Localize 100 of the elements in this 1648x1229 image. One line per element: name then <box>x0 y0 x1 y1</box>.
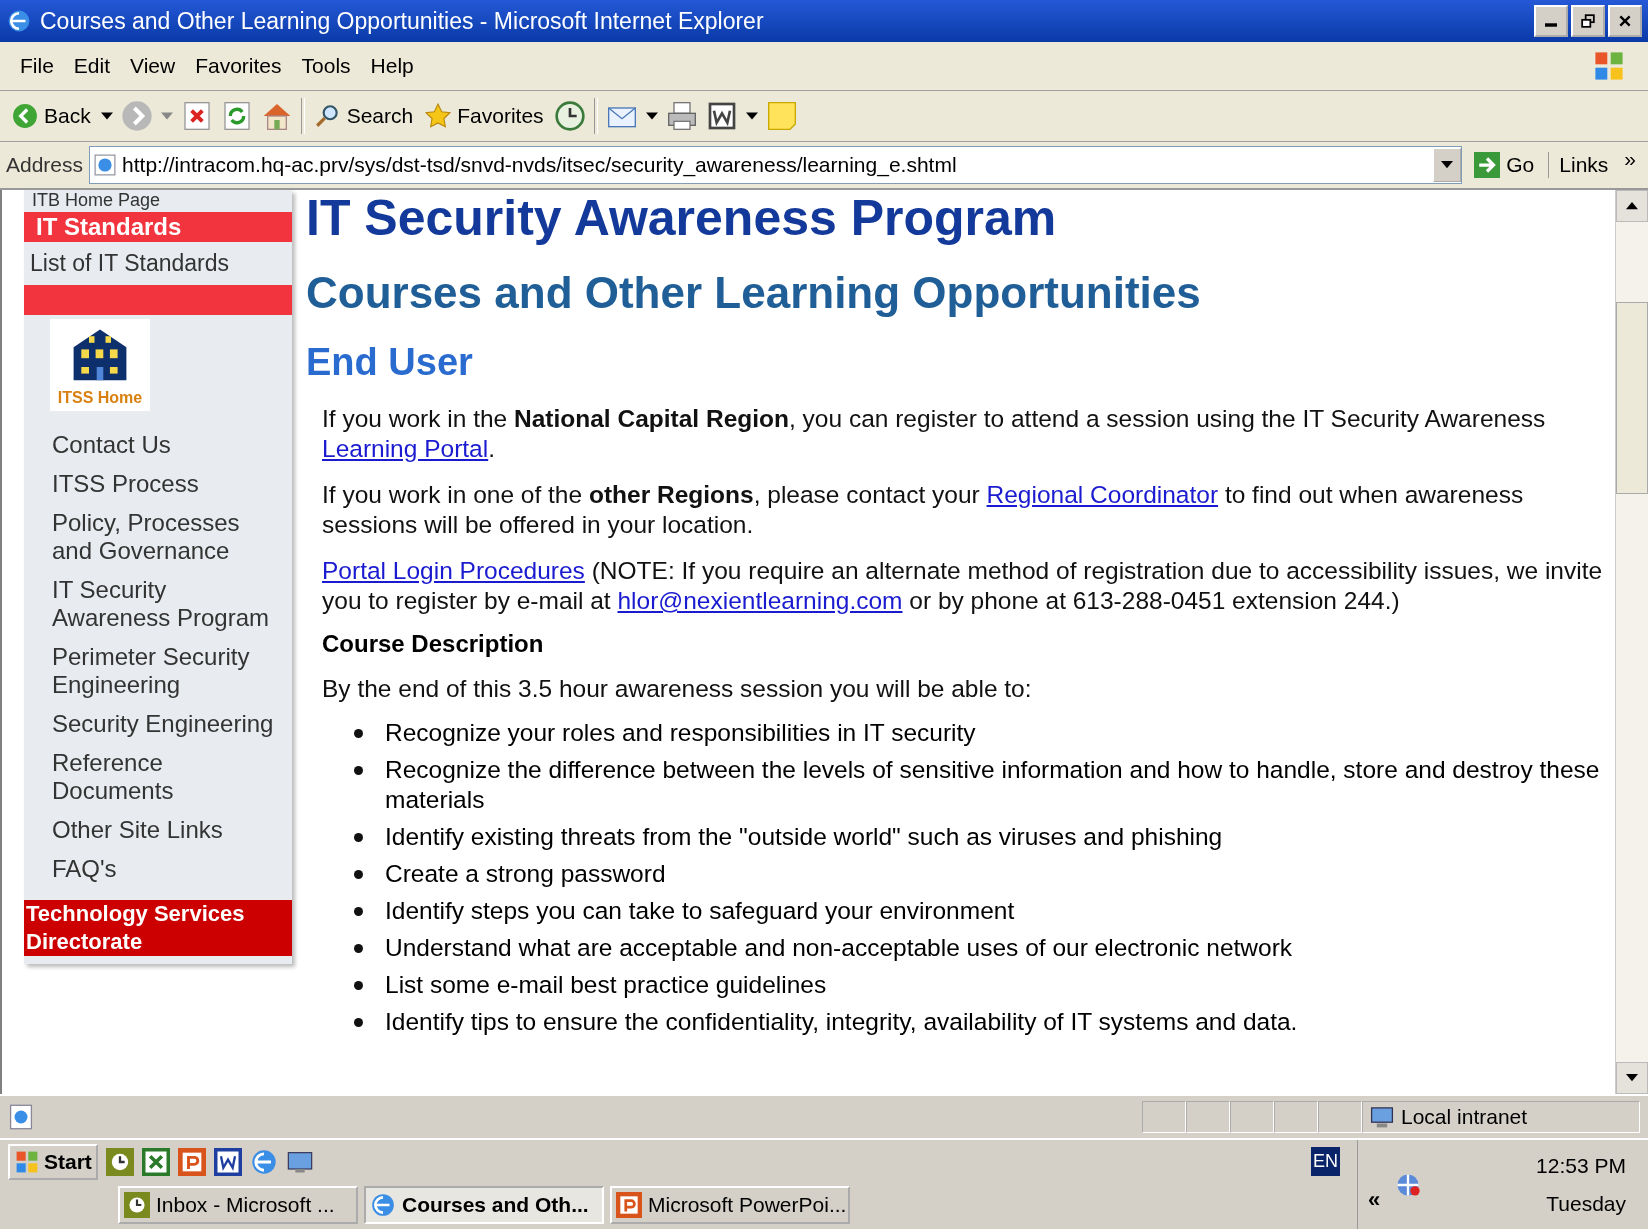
clock-day: Tuesday <box>1546 1191 1626 1216</box>
text-link[interactable]: Regional Coordinator <box>986 481 1219 508</box>
bullet-icon <box>354 870 363 879</box>
taskbar-button[interactable]: Microsoft PowerPoi... <box>610 1185 850 1224</box>
history-icon[interactable] <box>553 100 586 132</box>
close-icon <box>1618 14 1632 28</box>
logo-caption: ITSS Home <box>57 389 143 407</box>
list-item: Understand what are acceptable and non-acceptable uses of our electronic network <box>385 933 1293 963</box>
sidebar-link[interactable]: Perimeter Security Engineering <box>24 639 292 706</box>
scroll-thumb[interactable] <box>1616 302 1648 494</box>
presentation-app-icon <box>616 1191 642 1218</box>
dropdown-arrow-icon[interactable] <box>100 112 113 120</box>
page-title: IT Security Awareness Program <box>306 190 1058 246</box>
address-dropdown-button[interactable] <box>1433 148 1462 182</box>
address-field[interactable]: http://intracom.hq-ac.prv/sys/dst-tsd/snvd-nvds/itsec/security_awareness/learning_e.shtml <box>89 146 1463 184</box>
links-button[interactable]: Links <box>1555 153 1613 177</box>
scroll-down-button[interactable] <box>1616 1062 1648 1094</box>
bullet-icon <box>354 981 363 990</box>
back-button[interactable]: Back <box>10 101 93 131</box>
text-link[interactable]: hlor@nexientlearning.com <box>617 587 903 614</box>
sidebar-link[interactable]: Security Engineering <box>24 706 292 745</box>
paragraph: Portal Login Procedures (NOTE: If you require an alternate method of registration due to accessibility issues, we invite you to register by e-mail at hlor@nexientlearning.com or by phone at 613-288-0451 extension 244.) <box>322 556 1604 616</box>
down-arrow-icon <box>1626 1074 1638 1082</box>
status-pane <box>1318 1101 1362 1133</box>
address-label: Address <box>6 153 84 177</box>
list-item: Recognize the difference between the levels of sensitive information and how to handle, store and destroy these materials <box>385 755 1601 815</box>
menu-item[interactable]: Help <box>360 50 424 82</box>
computer-icon <box>1369 1104 1395 1130</box>
status-pane <box>1274 1101 1318 1133</box>
dropdown-arrow-icon[interactable] <box>645 112 658 120</box>
course-intro: By the end of this 3.5 hour awareness session you will be able to: <box>322 674 1033 704</box>
sidebar-footer: Technology Services Directorate <box>24 900 292 956</box>
spreadsheet-app-icon[interactable] <box>141 1147 170 1176</box>
status-pane <box>1230 1101 1274 1133</box>
section-heading: End User <box>306 340 474 384</box>
printer-icon[interactable] <box>665 100 698 132</box>
page-icon <box>8 1104 34 1130</box>
sidebar-section-header: IT Standards <box>24 212 292 242</box>
list-item: Identify tips to ensure the confidentiality, integrity, availability of IT systems and data. <box>385 1007 1298 1037</box>
search-button[interactable]: Search <box>312 101 416 131</box>
bullet-icon <box>354 833 363 842</box>
vertical-scrollbar[interactable] <box>1615 190 1648 1094</box>
dropdown-arrow-icon[interactable] <box>745 112 758 120</box>
window-title: Courses and Other Learning Opportunities - Microsoft Internet Explorer <box>40 7 765 35</box>
clock-app-icon <box>124 1191 150 1218</box>
menu-item[interactable]: File <box>10 50 64 82</box>
taskbar-button[interactable]: Courses and Oth... <box>364 1185 604 1224</box>
go-button[interactable]: Go <box>1468 152 1550 178</box>
text-link[interactable]: Learning Portal <box>322 435 489 462</box>
scroll-up-button[interactable] <box>1616 190 1648 222</box>
page-icon <box>94 154 117 176</box>
list-item: Create a strong password <box>385 859 666 889</box>
menu-item[interactable]: Tools <box>291 50 361 82</box>
menu-item[interactable]: Edit <box>63 50 121 82</box>
show-hidden-icons-button[interactable]: « <box>1368 1186 1381 1213</box>
bullet-icon <box>354 729 363 738</box>
minimize-button[interactable] <box>1534 5 1568 37</box>
favorites-button[interactable]: Favorites <box>423 101 546 131</box>
restore-button[interactable] <box>1571 5 1605 37</box>
list-item: Recognize your roles and responsibilities in IT security <box>385 718 976 748</box>
minimize-icon <box>1545 23 1557 27</box>
sidebar-link[interactable]: ITB Home Page <box>24 190 292 210</box>
sidebar-link[interactable]: List of IT Standards <box>24 242 292 285</box>
windows-logo-icon <box>1592 49 1626 83</box>
sidebar-link[interactable]: Reference Documents <box>24 745 292 812</box>
language-indicator[interactable]: EN <box>1311 1147 1340 1176</box>
paragraph: If you work in the National Capital Region, you can register to attend a session using the IT Security Awareness Learning Portal. <box>322 404 1547 464</box>
document-app-icon[interactable] <box>213 1147 242 1176</box>
sidebar-link[interactable]: Other Site Links <box>24 812 292 851</box>
close-button[interactable] <box>1608 5 1642 37</box>
star-icon <box>425 103 452 129</box>
bullet-icon <box>354 766 363 775</box>
sidebar-link[interactable]: FAQ's <box>24 851 292 890</box>
clock-app-icon[interactable] <box>105 1147 134 1176</box>
restore-icon <box>1581 14 1595 28</box>
list-item: Identify existing threats from the "outside world" such as viruses and phishing <box>385 822 1223 852</box>
presentation-app-icon[interactable] <box>177 1147 206 1176</box>
clock-time: 12:53 PM <box>1536 1153 1626 1178</box>
taskbar-button[interactable]: Inbox - Microsoft ... <box>118 1185 358 1224</box>
sidebar-link[interactable]: Policy, Processes and Governance <box>24 505 292 572</box>
start-button[interactable]: Start <box>8 1143 98 1180</box>
up-arrow-icon <box>1626 202 1638 210</box>
bullet-icon <box>354 1018 363 1027</box>
menu-item[interactable]: Favorites <box>185 50 292 82</box>
text-link[interactable]: Portal Login Procedures <box>322 557 585 584</box>
bullet-icon <box>354 907 363 916</box>
bullet-icon <box>354 944 363 953</box>
course-heading: Course Description <box>322 630 545 658</box>
sidebar-link[interactable]: ITSS Process <box>24 466 292 505</box>
status-pane <box>1142 1101 1186 1133</box>
search-icon <box>314 103 341 129</box>
page-subtitle: Courses and Other Learning Opportunities <box>306 268 1202 318</box>
sidebar-link[interactable]: IT Security Awareness Program <box>24 572 292 639</box>
more-links-button[interactable]: » <box>1618 147 1642 183</box>
sidebar-link[interactable]: Contact Us <box>24 427 292 466</box>
paragraph: If you work in one of the other Regions, please contact your Regional Coordinator to find out when awareness sessions will be offered in your location. <box>322 480 1525 540</box>
menu-item[interactable]: View <box>120 50 186 82</box>
status-pane <box>1186 1101 1230 1133</box>
security-zone-panel: Local intranet <box>1362 1101 1640 1133</box>
list-item: List some e-mail best practice guidelines <box>385 970 827 1000</box>
